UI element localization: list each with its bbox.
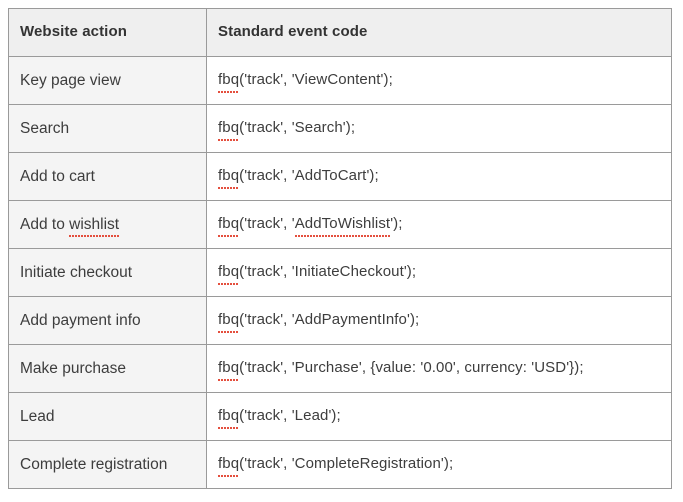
cell-website-action: Complete registration (8, 440, 207, 489)
event-code-segment: ('track', 'Lead'); (239, 407, 341, 425)
event-code-text: fbq('track', 'ViewContent'); (218, 71, 393, 93)
event-code-text: fbq('track', 'Search'); (218, 119, 356, 141)
cell-website-action: Make purchase (8, 344, 207, 393)
event-code-segment: ('track', 'Search'); (239, 119, 356, 137)
event-code-text: fbq('track', 'AddToWishlist'); (218, 215, 403, 237)
event-code-segment: ('track', ' (239, 215, 295, 233)
event-code-segment: ('track', 'CompleteRegistration'); (239, 455, 454, 473)
event-code-segment: ('track', 'InitiateCheckout'); (239, 263, 417, 281)
spellcheck-underlined-text: fbq (218, 311, 240, 333)
cell-standard-event-code: fbq('track', 'AddPaymentInfo'); (206, 296, 672, 345)
cell-standard-event-code: fbq('track', 'Purchase', {value: '0.00',… (206, 344, 672, 393)
page-root: Website action Standard event code Key p… (0, 0, 683, 502)
action-text: Key page view (20, 71, 121, 89)
spellcheck-underlined-text: wishlist (69, 215, 120, 238)
event-code-segment: ('track', 'AddToCart'); (239, 167, 379, 185)
table-row: Add payment info fbq('track', 'AddPayment… (8, 296, 672, 345)
spellcheck-underlined-text: fbq (218, 263, 240, 285)
action-text: Initiate checkout (20, 263, 133, 281)
table-row: Key page view fbq('track', 'ViewContent')… (8, 56, 672, 105)
cell-website-action: Add payment info (8, 296, 207, 345)
cell-standard-event-code: fbq('track', 'CompleteRegistration'); (206, 440, 672, 489)
spellcheck-underlined-text: fbq (218, 455, 240, 477)
event-code-text: fbq('track', 'AddToCart'); (218, 167, 379, 189)
spellcheck-underlined-text: fbq (218, 407, 240, 429)
spellcheck-underlined-text: fbq (218, 215, 240, 237)
table-header: Website action Standard event code (8, 8, 672, 57)
cell-standard-event-code: fbq('track', 'Search'); (206, 104, 672, 153)
table-row: Add to cart fbq('track', 'AddToCart'); (8, 152, 672, 201)
cell-website-action: Initiate checkout (8, 248, 207, 297)
cell-website-action: Key page view (8, 56, 207, 105)
action-text: Make purchase (20, 359, 126, 377)
event-code-segment: ('track', 'Purchase', {value: '0.00', cu… (239, 359, 584, 377)
event-code-segment: ('track', 'AddPaymentInfo'); (239, 311, 420, 329)
table-body: Key page view fbq('track', 'ViewContent')… (8, 56, 672, 489)
column-header-website-action: Website action (8, 8, 207, 57)
spellcheck-underlined-text: fbq (218, 71, 240, 93)
event-code-text: fbq('track', 'Lead'); (218, 407, 341, 429)
table-row: Lead fbq('track', 'Lead'); (8, 392, 672, 441)
cell-website-action: Search (8, 104, 207, 153)
standard-events-table: Website action Standard event code Key p… (8, 8, 672, 489)
event-code-text: fbq('track', 'AddPaymentInfo'); (218, 311, 420, 333)
cell-standard-event-code: fbq('track', 'ViewContent'); (206, 56, 672, 105)
action-text: Add to (20, 215, 70, 233)
cell-standard-event-code: fbq('track', 'AddToCart'); (206, 152, 672, 201)
spellcheck-underlined-text: AddToWishlist (294, 215, 391, 237)
cell-website-action: Add to cart (8, 152, 207, 201)
action-text: Add to cart (20, 167, 95, 185)
event-code-segment: '); (390, 215, 403, 233)
action-text: Search (20, 119, 70, 137)
cell-standard-event-code: fbq('track', 'AddToWishlist'); (206, 200, 672, 249)
cell-standard-event-code: fbq('track', 'InitiateCheckout'); (206, 248, 672, 297)
table-row: Search fbq('track', 'Search'); (8, 104, 672, 153)
table-row: Add to wishlist fbq('track', 'AddToWishli… (8, 200, 672, 249)
cell-website-action: Lead (8, 392, 207, 441)
table-row: Complete registration fbq('track', 'Compl… (8, 440, 672, 489)
action-text: Add payment info (20, 311, 141, 329)
action-text: Lead (20, 407, 55, 425)
table-row: Make purchase fbq('track', 'Purchase', {v… (8, 344, 672, 393)
spellcheck-underlined-text: fbq (218, 359, 240, 381)
event-code-text: fbq('track', 'InitiateCheckout'); (218, 263, 417, 285)
cell-standard-event-code: fbq('track', 'Lead'); (206, 392, 672, 441)
event-code-text: fbq('track', 'CompleteRegistration'); (218, 455, 454, 477)
event-code-segment: ('track', 'ViewContent'); (239, 71, 393, 89)
table-header-row: Website action Standard event code (8, 8, 672, 57)
cell-website-action: Add to wishlist (8, 200, 207, 249)
event-code-text: fbq('track', 'Purchase', {value: '0.00',… (218, 359, 584, 381)
spellcheck-underlined-text: fbq (218, 119, 240, 141)
spellcheck-underlined-text: fbq (218, 167, 240, 189)
column-header-standard-event-code: Standard event code (206, 8, 672, 57)
action-text: Complete registration (20, 455, 168, 473)
standard-events-table-container: Website action Standard event code Key p… (8, 8, 672, 489)
table-row: Initiate checkout fbq('track', 'InitiateC… (8, 248, 672, 297)
